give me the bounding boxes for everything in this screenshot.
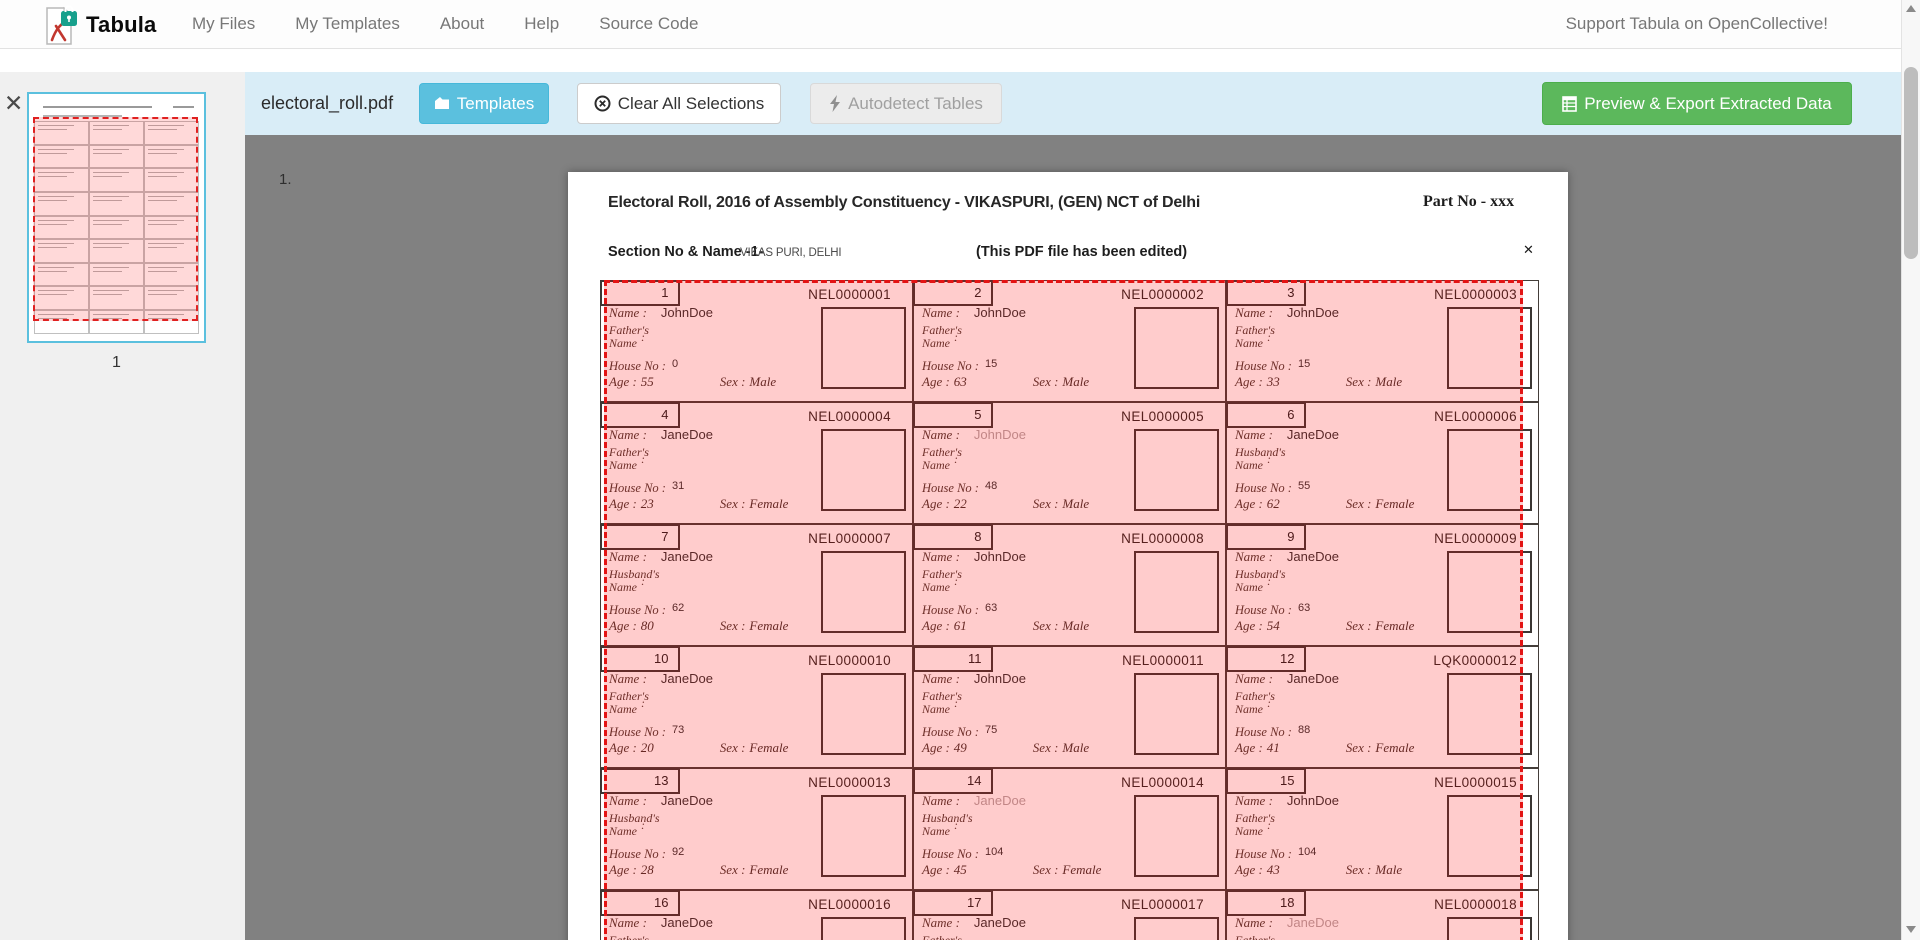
navbar: Tabula My Files My Templates About Help …: [0, 0, 1920, 49]
selection-close-icon[interactable]: ✕: [1523, 242, 1534, 258]
tabula-app: Tabula My Files My Templates About Help …: [0, 0, 1920, 940]
scroll-up-icon[interactable]: [1906, 5, 1916, 12]
page-thumbnail[interactable]: [27, 92, 206, 343]
window-scrollbar[interactable]: [1901, 0, 1920, 940]
scroll-down-icon[interactable]: [1906, 926, 1916, 933]
templates-button[interactable]: Templates: [419, 83, 549, 124]
support-link[interactable]: Support Tabula on OpenCollective!: [1566, 0, 1828, 48]
scrollbar-thumb[interactable]: [1904, 67, 1918, 259]
preview-export-button[interactable]: Preview & Export Extracted Data: [1542, 82, 1852, 125]
nav-my-files[interactable]: My Files: [192, 14, 255, 34]
document-title: Electoral Roll, 2016 of Assembly Constit…: [608, 194, 1200, 212]
page-thumbnail-sidebar: ✕ 1: [0, 72, 245, 940]
remove-page-icon[interactable]: ✕: [4, 92, 23, 115]
main-nav: My Files My Templates About Help Source …: [192, 0, 698, 48]
autodetect-tables-button[interactable]: Autodetect Tables: [810, 83, 1002, 124]
page-marker: 1.: [279, 171, 292, 188]
toolbar: electoral_roll.pdf Templates Clear All S…: [245, 72, 1901, 135]
pdf-viewer-area: 1. Electoral Roll, 2016 of Assembly Cons…: [245, 135, 1901, 940]
document-part-no: Part No - xxx: [1423, 193, 1514, 211]
section-value: VIKAS PURI, DELHI: [740, 247, 841, 259]
nav-source-code[interactable]: Source Code: [599, 14, 698, 34]
thumbnail-partno-line: [173, 106, 194, 108]
clear-all-selections-button[interactable]: Clear All Selections: [577, 83, 781, 124]
thumbnail-page-number: 1: [27, 354, 206, 372]
brand-title: Tabula: [86, 12, 156, 38]
nav-my-templates[interactable]: My Templates: [295, 14, 400, 34]
templates-icon: [434, 96, 450, 111]
current-filename: electoral_roll.pdf: [261, 72, 393, 135]
nav-about[interactable]: About: [440, 14, 484, 34]
selection-overlay[interactable]: [604, 280, 1523, 940]
tabula-logo-icon: [44, 4, 78, 46]
lightning-bolt-icon: [829, 95, 841, 112]
circle-x-icon: [594, 95, 611, 112]
thumbnail-selection-overlay: [33, 117, 198, 321]
pdf-page[interactable]: Electoral Roll, 2016 of Assembly Constit…: [568, 172, 1568, 940]
edited-note: (This PDF file has been edited): [976, 244, 1187, 260]
brand[interactable]: Tabula: [44, 4, 156, 46]
nav-help[interactable]: Help: [524, 14, 559, 34]
thumbnail-title-line: [43, 106, 152, 108]
spreadsheet-icon: [1562, 96, 1577, 112]
